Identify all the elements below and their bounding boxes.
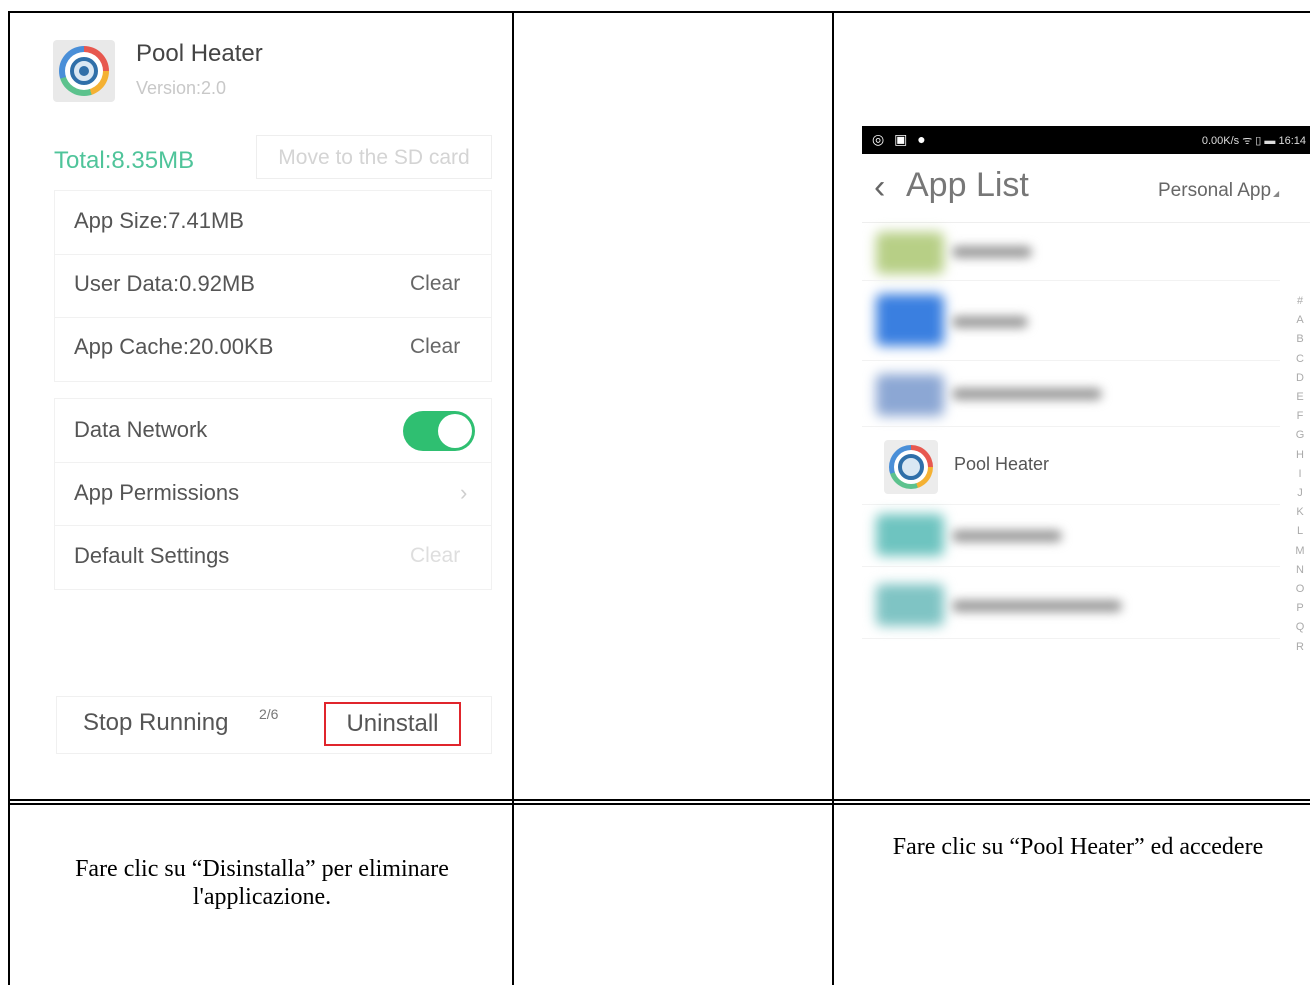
blurred-app-icon <box>876 584 944 626</box>
status-bar: ◎ ▣ ● 0.00K/s ᯤ ▯ ▬ 16:14 <box>862 126 1310 154</box>
clear-defaults-button[interactable]: Clear <box>410 544 460 568</box>
data-network-label: Data Network <box>74 417 208 442</box>
toggle-knob <box>438 414 472 448</box>
list-divider <box>862 638 1280 639</box>
header-divider <box>862 222 1310 223</box>
page-title: App List <box>906 166 1029 204</box>
alphabet-letter[interactable]: K <box>1290 503 1310 522</box>
alphabet-letter[interactable]: G <box>1290 426 1310 445</box>
list-divider <box>862 360 1280 361</box>
blurred-app-label <box>952 246 1032 258</box>
app-size-label: App Size:7.41MB <box>74 208 244 233</box>
blurred-app-label <box>952 530 1062 542</box>
blurred-app-icon <box>876 514 944 556</box>
chevron-right-icon: › <box>460 480 468 505</box>
blurred-app-label <box>952 316 1028 328</box>
alphabet-letter[interactable]: N <box>1290 561 1310 580</box>
back-arrow-icon[interactable]: ‹ <box>874 170 885 204</box>
alphabet-letter[interactable]: Q <box>1290 618 1310 637</box>
divider <box>54 317 492 318</box>
divider <box>54 525 492 526</box>
dropdown-corner-icon: ◢ <box>1273 189 1280 198</box>
filter-label: Personal App <box>1158 180 1272 201</box>
alphabet-letter[interactable]: A <box>1290 311 1310 330</box>
user-data-label: User Data:0.92MB <box>74 271 255 296</box>
data-network-toggle[interactable] <box>403 411 475 451</box>
app-list-screenshot: ◎ ▣ ● 0.00K/s ᯤ ▯ ▬ 16:14 ‹ App List Per… <box>862 126 1310 650</box>
alphabet-letter[interactable]: L <box>1290 522 1310 541</box>
blurred-app-icon <box>876 374 944 416</box>
caption-open-app: Fare clic su “Pool Heater” ed accedere <box>892 834 1264 860</box>
table-col-line-2 <box>832 11 834 985</box>
app-permissions-label[interactable]: App Permissions <box>74 480 239 506</box>
alphabet-letter[interactable]: J <box>1290 484 1310 503</box>
caption-uninstall: Fare clic su “Disinstalla” per eliminare… <box>75 856 449 910</box>
status-icons: ◎ ▣ ● <box>872 131 929 147</box>
list-divider <box>862 280 1280 281</box>
clear-user-data-button[interactable]: Clear <box>410 272 460 296</box>
move-to-sd-button[interactable]: Move to the SD card <box>256 135 492 179</box>
alphabet-index[interactable]: # A B C D E F G H I J K L M N O P Q R <box>1290 292 1310 650</box>
app-cache-label: App Cache:20.00KB <box>74 334 274 359</box>
pool-heater-list-icon[interactable] <box>884 440 938 494</box>
list-divider <box>862 426 1280 427</box>
alphabet-letter[interactable]: C <box>1290 350 1310 369</box>
alphabet-letter[interactable]: F <box>1290 407 1310 426</box>
blurred-app-icon <box>876 294 944 346</box>
total-size: Total:8.35MB <box>54 147 195 174</box>
list-divider <box>862 504 1280 505</box>
alphabet-letter[interactable]: M <box>1290 542 1310 561</box>
table-col-line-1 <box>512 11 514 985</box>
default-settings-label: Default Settings <box>74 543 230 568</box>
list-divider <box>862 566 1280 567</box>
alphabet-letter[interactable]: B <box>1290 330 1310 349</box>
divider <box>54 254 492 255</box>
alphabet-letter[interactable]: O <box>1290 580 1310 599</box>
alphabet-letter[interactable]: R <box>1290 638 1310 650</box>
pool-heater-app-icon <box>53 40 115 102</box>
table-row-divider-top <box>8 799 1310 801</box>
alphabet-letter[interactable]: I <box>1290 465 1310 484</box>
alphabet-letter[interactable]: # <box>1290 292 1310 311</box>
personal-app-filter[interactable]: Personal App ◢ <box>1158 180 1279 202</box>
blurred-app-label <box>952 388 1102 400</box>
divider <box>54 462 492 463</box>
alphabet-letter[interactable]: E <box>1290 388 1310 407</box>
stop-running-button[interactable]: Stop Running <box>83 709 228 737</box>
blurred-app-icon <box>876 232 944 274</box>
alphabet-letter[interactable]: D <box>1290 369 1310 388</box>
clear-cache-button[interactable]: Clear <box>410 335 460 359</box>
running-count: 2/6 <box>259 706 279 722</box>
blurred-app-label <box>952 600 1122 612</box>
table-row-divider-bottom <box>8 803 1310 805</box>
alphabet-letter[interactable]: P <box>1290 599 1310 618</box>
status-info: 0.00K/s ᯤ ▯ ▬ 16:14 <box>1201 135 1306 147</box>
app-version: Version:2.0 <box>136 78 227 98</box>
pool-heater-list-item[interactable]: Pool Heater <box>954 454 1049 475</box>
uninstall-button[interactable]: Uninstall <box>324 702 461 746</box>
app-name: Pool Heater <box>136 40 263 67</box>
alphabet-letter[interactable]: H <box>1290 446 1310 465</box>
